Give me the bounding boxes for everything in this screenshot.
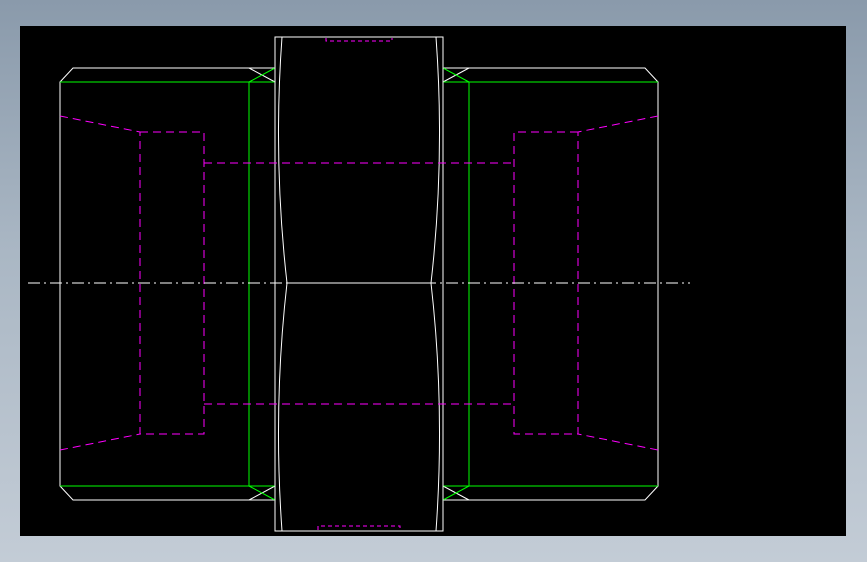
cad-viewport[interactable]	[20, 26, 846, 536]
hex-right-arc-lower	[430, 282, 441, 532]
left-thread-section	[59, 67, 276, 501]
hex-left-arc-upper	[277, 36, 288, 284]
hex-body	[274, 36, 444, 532]
right-bore-cone-bottom	[577, 433, 659, 451]
hex-left-arc-lower	[277, 282, 288, 532]
hex-right-arc-upper	[430, 36, 441, 284]
hex-hidden-mark-bottom	[317, 525, 401, 530]
right-bore-cone-top	[577, 115, 659, 133]
hidden-bore	[59, 38, 659, 530]
left-bore-cone-bottom	[59, 433, 141, 451]
left-outer-outline	[59, 67, 275, 501]
left-bore-cone-top	[59, 115, 141, 133]
right-outer-outline	[443, 67, 659, 501]
hex-outline	[274, 36, 444, 532]
cad-drawing	[28, 36, 690, 532]
right-thread-section	[442, 67, 659, 501]
hex-hidden-mark-top	[325, 38, 393, 42]
